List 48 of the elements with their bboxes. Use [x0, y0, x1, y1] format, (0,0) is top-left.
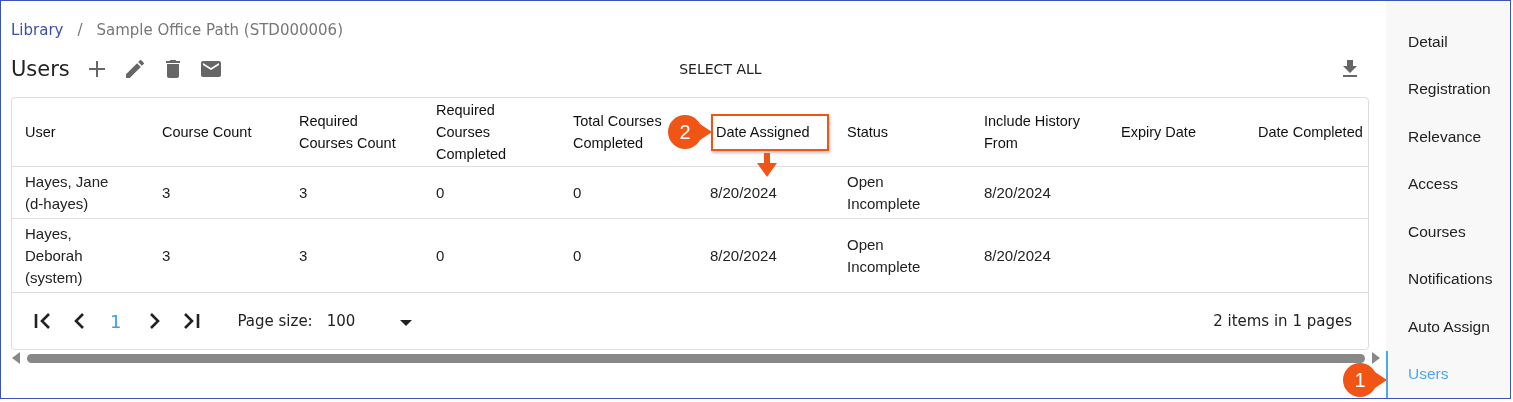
pager-summary: 2 items in 1 pages [1213, 312, 1352, 330]
breadcrumb-link[interactable]: Library [11, 21, 64, 39]
column-header[interactable]: Required Courses Completed [423, 99, 541, 165]
table-cell-text: 8/20/2024 [983, 182, 1052, 203]
table-cell-text: 0 [435, 182, 446, 203]
sidebar-tab[interactable]: Relevance [1386, 113, 1510, 161]
column-header[interactable]: Date Completed [1245, 121, 1363, 143]
sidebar-tab[interactable]: Auto Assign [1386, 303, 1510, 351]
sidebar-tab[interactable]: Courses [1386, 208, 1510, 256]
table-row[interactable]: Hayes, Jane (d-hayes) 3 3 0 0 8/20/2024 Open Incomplete 8/20/2024 [12, 167, 1368, 219]
column-header[interactable]: Total Courses Completed [560, 110, 664, 154]
table-cell-text: 3 [161, 182, 172, 203]
sidebar-tab[interactable]: Notifications [1386, 255, 1510, 303]
table-cell-text: 8/20/2024 [983, 245, 1052, 266]
table-cell-text: 0 [435, 245, 446, 266]
section-title: Users [11, 57, 70, 81]
column-header[interactable]: Status [834, 121, 889, 143]
breadcrumb-current: Sample Office Path (STD000006) [96, 21, 343, 39]
scrollbar-thumb[interactable] [27, 353, 1365, 363]
scroll-right-icon[interactable] [1371, 352, 1381, 364]
table-cell-text: 0 [572, 245, 583, 266]
column-header[interactable]: Date Assigned [713, 121, 810, 143]
table-cell-text: Hayes, Deborah (system) [24, 223, 84, 288]
scroll-left-icon[interactable] [11, 352, 21, 364]
sidebar-tab[interactable]: Registration [1386, 65, 1510, 113]
table-cell-text: 3 [161, 245, 172, 266]
sidebar-tab[interactable]: Detail [1386, 18, 1510, 66]
column-header[interactable]: Expiry Date [1108, 121, 1196, 143]
table-cell-text: Hayes, Jane (d-hayes) [24, 171, 110, 214]
column-header[interactable]: Required Courses Count [286, 110, 404, 154]
column-header[interactable]: User [12, 121, 56, 143]
table-row[interactable]: Hayes, Deborah (system) 3 3 0 0 8/20/2024 Open Incomplete 8/20/2024 [12, 219, 1368, 293]
table-cell-text: 3 [298, 182, 309, 203]
sidebar-tab[interactable]: Access [1386, 160, 1510, 208]
table-cell-text: 3 [298, 245, 309, 266]
table-cell-text: 8/20/2024 [709, 245, 778, 266]
table-cell-text: Open Incomplete [846, 234, 922, 277]
column-header[interactable]: Course Count [149, 121, 252, 143]
page-size-dropdown[interactable]: 100 [326, 312, 413, 330]
caret-icon [398, 319, 413, 327]
table-cell-text: 8/20/2024 [709, 182, 778, 203]
table-cell-text: Open Incomplete [846, 171, 922, 214]
select-all-button[interactable]: SELECT ALL [229, 57, 1211, 81]
table-cell-text: 0 [572, 182, 583, 203]
arrow-drawing [757, 153, 777, 177]
page-size-label: Page size: [237, 312, 313, 330]
column-header[interactable]: Include History From [971, 110, 1089, 154]
breadcrumb-separator: / [77, 21, 83, 39]
